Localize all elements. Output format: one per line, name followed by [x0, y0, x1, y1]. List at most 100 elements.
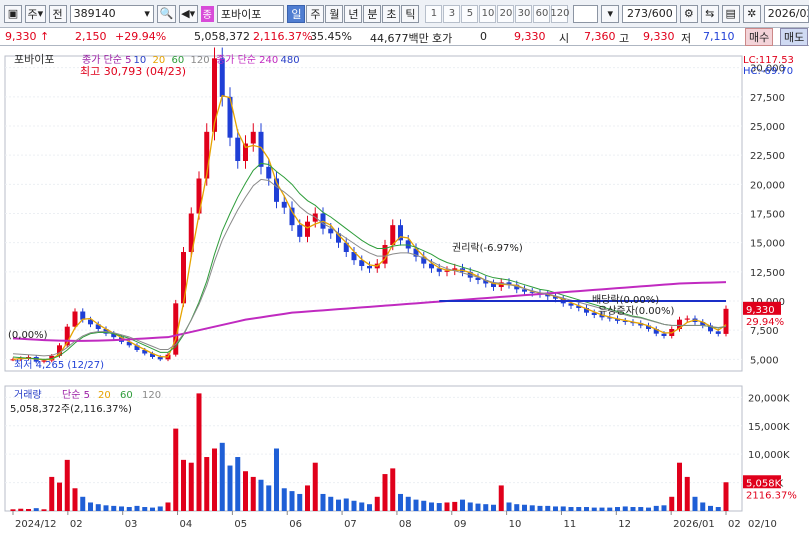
candle-body — [405, 240, 411, 249]
x-tick-label: 04 — [180, 519, 193, 530]
open-value: 7,360 — [584, 30, 616, 43]
interval-30[interactable]: 30 — [515, 4, 533, 23]
volume-bar — [413, 499, 419, 511]
volume-bar — [119, 506, 124, 511]
volume-tick-label: 20,000K — [748, 393, 790, 404]
interval-1[interactable]: 1 — [425, 4, 443, 23]
dropdown-icon[interactable]: ▾ — [144, 7, 150, 20]
current-price-tag-label: 9,330 — [746, 305, 775, 316]
interval-120[interactable]: 120 — [550, 4, 570, 23]
legend-item: 120 — [191, 55, 210, 66]
volume-bar — [646, 507, 651, 511]
volume-bar — [390, 468, 396, 511]
tab-4[interactable]: 분 — [363, 4, 382, 23]
current-pct-label: 29.94% — [746, 317, 784, 328]
up-arrow-icon: ↑ — [40, 30, 50, 43]
candle-body — [281, 201, 287, 208]
current-volume-pct: 2116.37% — [746, 490, 797, 501]
volume-bar — [506, 502, 512, 511]
tab-1[interactable]: 주 — [306, 4, 325, 23]
volume-tick-label: 15,000K — [748, 422, 790, 433]
dividend-annotation: 배당락(0.00%) — [592, 294, 659, 306]
period-button[interactable]: 전 — [48, 4, 67, 23]
volume-bar — [72, 488, 78, 511]
interval-dropdown-icon[interactable]: ▾ — [601, 4, 620, 23]
candle-body — [72, 311, 78, 327]
interval-input[interactable] — [573, 4, 599, 23]
high-annotation: 최고 30,793 (04/23) — [80, 65, 186, 78]
sell-button[interactable]: 매도 — [780, 28, 809, 46]
candle-body — [157, 357, 163, 360]
tab-3[interactable]: 년 — [344, 4, 363, 23]
capital-annotation: 유상증자(0.00%) — [598, 305, 674, 317]
x-tick-label: 12 — [618, 519, 631, 530]
interval-3[interactable]: 3 — [443, 4, 461, 23]
volume-bar — [405, 496, 411, 511]
volume-bar — [18, 508, 24, 511]
hoga-value: 0 — [480, 30, 487, 43]
volume-bar — [173, 428, 179, 511]
x-tick-label: 02 — [728, 519, 741, 530]
volume-bar — [126, 507, 132, 511]
rights-annotation: 권리락(-6.97%) — [452, 242, 523, 254]
volume-bar — [351, 500, 357, 511]
volume-legend-item: 단순 5 — [62, 389, 90, 401]
save-icon[interactable]: ▤ — [721, 4, 740, 23]
candle-body — [305, 221, 310, 237]
stock-name-field[interactable]: 포바이포 — [216, 4, 285, 23]
x-tick-label: 2026/01 — [673, 519, 715, 530]
current-volume-tag-label: 5,058K — [746, 478, 782, 489]
tab-5[interactable]: 초 — [382, 4, 401, 23]
search-icon[interactable]: 🔍 — [156, 4, 176, 23]
candle-body — [250, 131, 256, 144]
volume-bar — [483, 504, 489, 511]
volume-bar — [653, 505, 659, 511]
code-input[interactable]: 389140 ▾ — [69, 4, 154, 23]
volume-bar — [80, 496, 86, 511]
x-tick-label: 10 — [509, 519, 522, 530]
interval-60[interactable]: 60 — [533, 4, 551, 23]
tab-6[interactable]: 틱 — [401, 4, 420, 23]
interval-5[interactable]: 5 — [461, 4, 479, 23]
tab-2[interactable]: 월 — [325, 4, 344, 23]
bar-count-field[interactable]: 273/600 — [622, 4, 677, 23]
bar-count-total: /600 — [648, 7, 673, 20]
chart-title: 포바이포 — [14, 53, 54, 66]
volume-bar — [258, 479, 264, 511]
chart-layout-icon[interactable]: ▣ — [4, 4, 22, 23]
volume-bar — [250, 476, 256, 511]
volume-bar — [219, 442, 225, 511]
volume-bar — [312, 462, 318, 511]
volume-bar — [669, 496, 675, 511]
date-field[interactable]: 2026/02/ — [763, 4, 809, 23]
gear-icon[interactable]: ✲ — [742, 4, 761, 23]
volume-bar — [723, 482, 729, 511]
tab-0[interactable]: 일 — [287, 4, 306, 23]
buy-button[interactable]: 매수 — [745, 28, 774, 46]
volume-bar — [514, 504, 520, 511]
high-label: 고 — [619, 32, 630, 45]
price-tick-label: 25,000 — [750, 122, 785, 133]
volume-bar — [243, 471, 248, 511]
stock-chart[interactable]: 5,0007,50010,00012,50015,00017,50020,000… — [0, 46, 809, 534]
speaker-icon[interactable]: ◀▾ — [178, 4, 198, 23]
volume-bar — [475, 503, 481, 511]
settings-grid-icon[interactable]: ⚙ — [679, 4, 698, 23]
hoga-label: 호가 — [432, 32, 453, 45]
left-pct-annotation: (0,00%) — [8, 330, 48, 341]
compare-icon[interactable]: ⇆ — [700, 4, 719, 23]
volume-bar — [281, 488, 287, 511]
volume-bar — [599, 507, 605, 511]
interval-10[interactable]: 10 — [479, 4, 497, 23]
interval-buttons: 1 3 5 10 20 30 60 120 — [425, 4, 570, 23]
volume-bar — [630, 507, 636, 511]
current-price-2: 9,330 — [514, 30, 546, 43]
chart-area[interactable]: 5,0007,50010,00012,50015,00017,50020,000… — [0, 46, 809, 534]
legend-item: 종가 단순 240 — [216, 54, 278, 66]
candle-body — [661, 333, 667, 336]
volume-bar — [33, 508, 39, 511]
volume-bar — [444, 502, 450, 511]
market-select[interactable]: 주 ▾ — [25, 4, 46, 23]
interval-20[interactable]: 20 — [497, 4, 515, 23]
volume-bar — [95, 504, 101, 511]
